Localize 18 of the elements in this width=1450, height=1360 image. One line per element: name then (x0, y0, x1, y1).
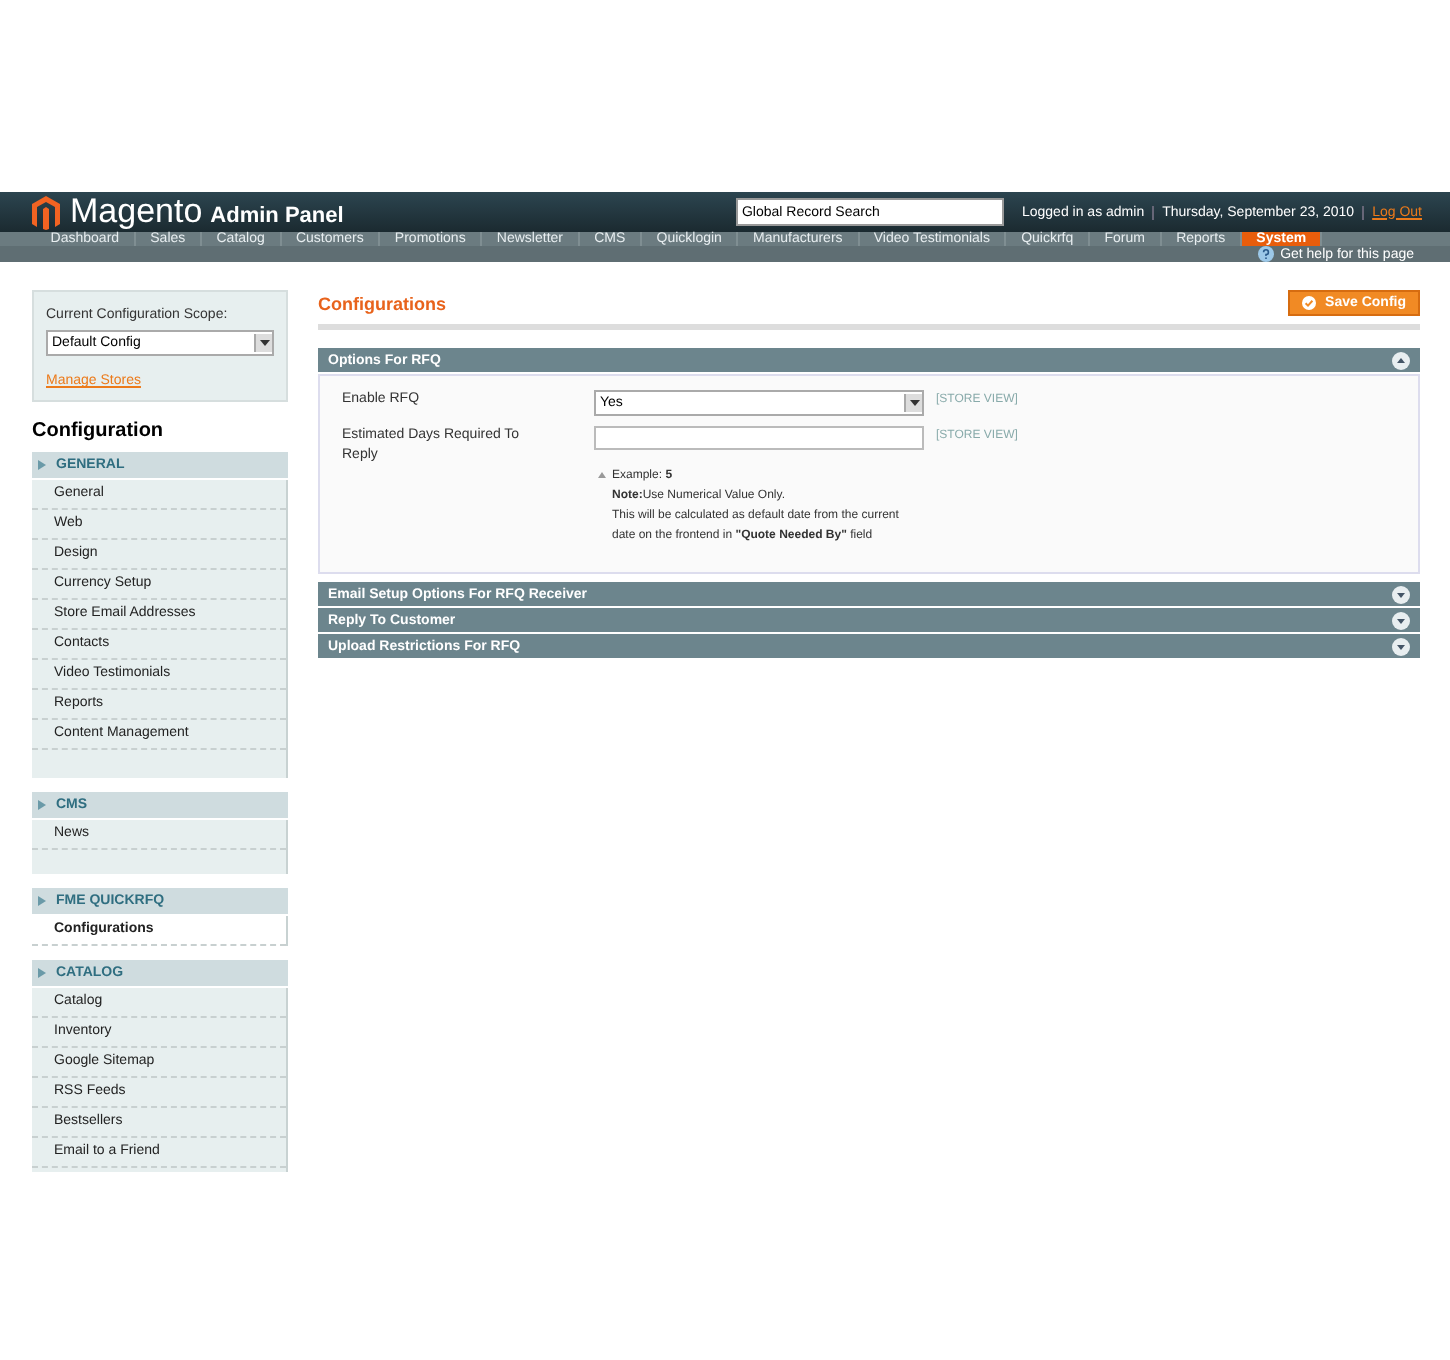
help-icon (1258, 246, 1275, 262)
triangle-icon (38, 896, 46, 906)
expand-icon[interactable] (1392, 585, 1410, 603)
logo-subtitle: Admin Panel (210, 203, 344, 227)
triangle-icon (38, 800, 46, 810)
logo-icon (32, 195, 60, 229)
input-field[interactable] (594, 426, 924, 450)
expand-icon[interactable] (1392, 611, 1410, 629)
expand-icon[interactable] (1392, 637, 1410, 655)
caret-icon (909, 400, 919, 406)
logo-text: Magento (70, 192, 203, 232)
triangle-icon (38, 460, 46, 470)
triangle-icon (598, 472, 606, 478)
collapse-icon[interactable] (1392, 351, 1410, 369)
triangle-icon (38, 968, 46, 978)
page-title: Configurations (318, 293, 446, 313)
caret-icon (259, 340, 269, 346)
check-icon (1301, 296, 1316, 310)
